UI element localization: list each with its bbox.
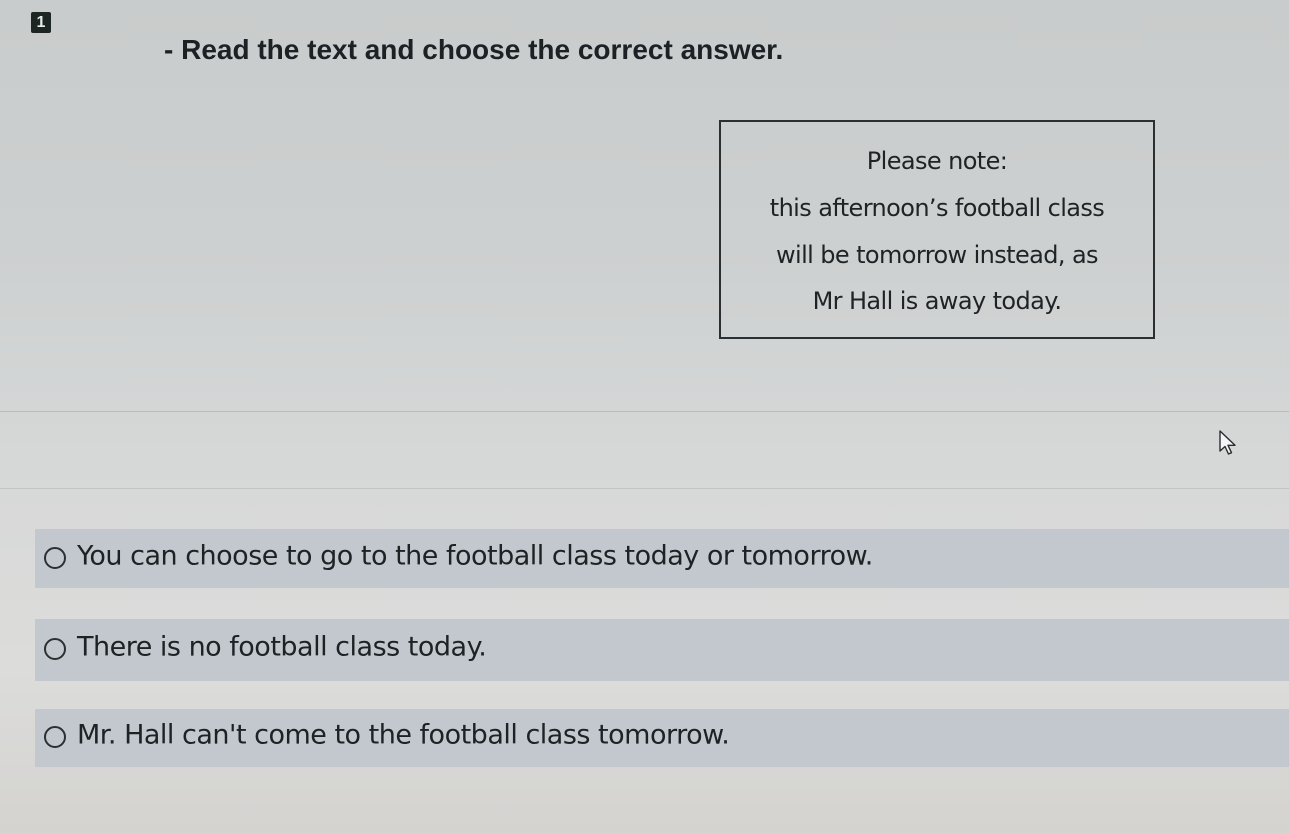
answer-option-label: Mr. Hall can't come to the football clas… bbox=[77, 719, 730, 751]
answer-option-1[interactable]: You can choose to go to the football cla… bbox=[35, 529, 1289, 588]
notice-box: Please note: this afternoon’s football c… bbox=[719, 120, 1155, 339]
radio-unchecked-icon[interactable] bbox=[44, 726, 66, 748]
notice-line: Mr Hall is away today. bbox=[812, 287, 1062, 315]
section-divider bbox=[0, 411, 1289, 412]
radio-unchecked-icon[interactable] bbox=[44, 638, 66, 660]
answer-option-3[interactable]: Mr. Hall can't come to the football clas… bbox=[35, 709, 1289, 767]
section-divider bbox=[0, 488, 1289, 489]
answer-option-label: There is no football class today. bbox=[77, 631, 487, 663]
answer-option-label: You can choose to go to the football cla… bbox=[77, 539, 873, 571]
question-instruction: - Read the text and choose the correct a… bbox=[164, 34, 784, 65]
mouse-pointer-icon bbox=[1219, 430, 1236, 455]
notice-heading: Please note: bbox=[866, 147, 1008, 175]
notice-line: this afternoon’s football class bbox=[769, 194, 1105, 222]
answer-option-2[interactable]: There is no football class today. bbox=[35, 619, 1289, 681]
notice-line: will be tomorrow instead, as bbox=[776, 241, 1099, 269]
question-number-badge: 1 bbox=[31, 12, 51, 33]
radio-unchecked-icon[interactable] bbox=[44, 546, 66, 569]
